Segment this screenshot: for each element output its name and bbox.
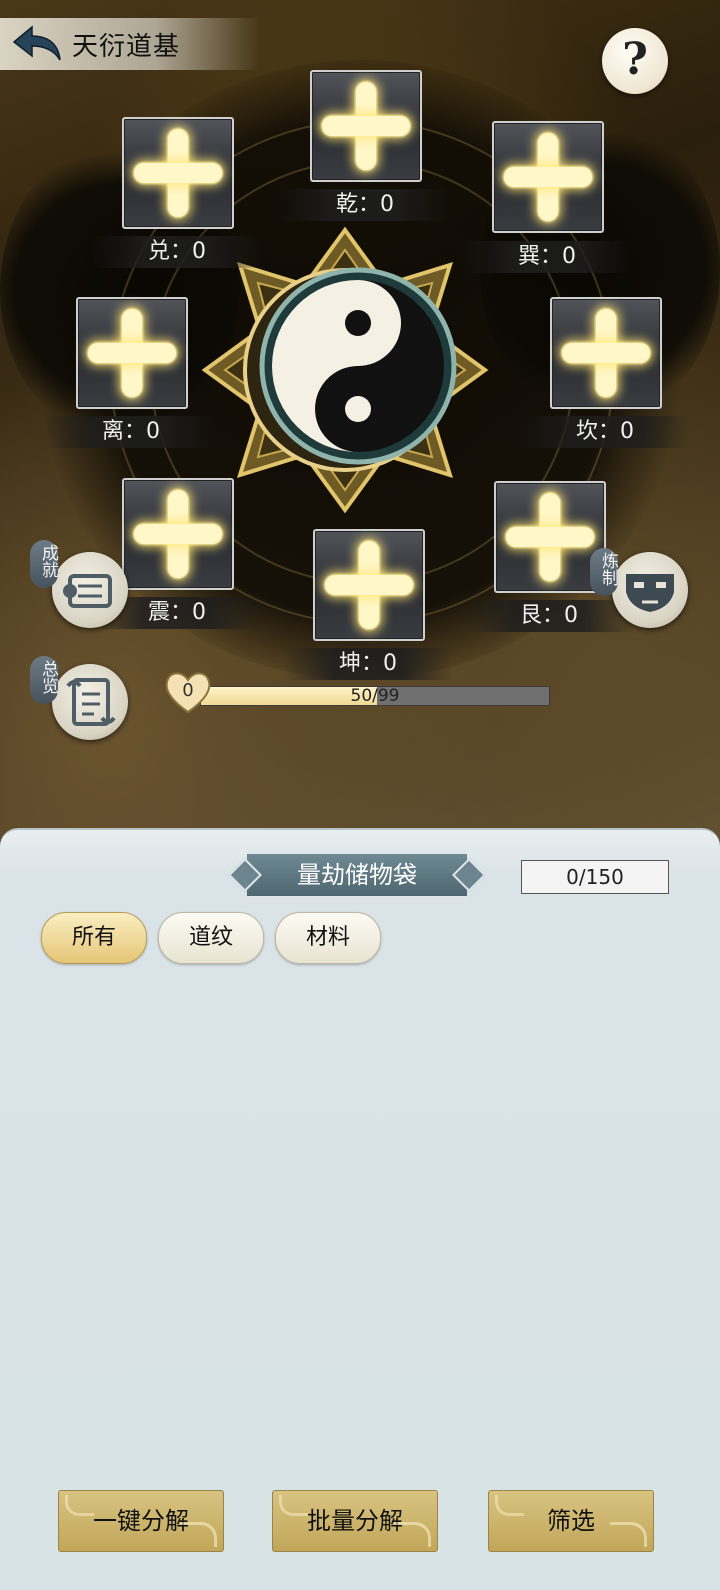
- slot-label-kun: 坤：0: [283, 648, 453, 680]
- slot-xun[interactable]: [492, 121, 604, 233]
- overview-button[interactable]: [52, 664, 128, 740]
- overview-label: 总览: [30, 656, 58, 704]
- bag-title: 量劫储物袋: [228, 852, 486, 898]
- slot-zhen[interactable]: [122, 478, 234, 590]
- slot-label-gen: 艮：0: [464, 600, 634, 632]
- slot-dui[interactable]: [122, 117, 234, 229]
- bagua-scene: 天衍道基 ? 乾：0 兑：0 巽：0 离：0 坎：0 震：0 艮：0 坤：0 成…: [0, 0, 720, 850]
- slot-label-xun: 巽：0: [462, 241, 632, 273]
- refine-label: 炼制: [590, 548, 618, 596]
- progress-text: 50/99: [350, 686, 400, 706]
- scroll-icon: [63, 574, 112, 608]
- decompose-all-label: 一键分解: [93, 1507, 189, 1535]
- mask-icon: [626, 574, 674, 612]
- filter-button[interactable]: 筛选: [488, 1490, 654, 1552]
- slot-label-qian: 乾：0: [280, 189, 450, 221]
- tab-dao-pattern[interactable]: 道纹: [158, 912, 264, 964]
- slot-kun[interactable]: [313, 529, 425, 641]
- progress-bar: 50/99: [200, 686, 550, 706]
- storage-bag-panel: 量劫储物袋 0/150 所有 道纹 材料 一键分解 批量分解 筛选: [0, 828, 720, 1590]
- slot-label-dui: 兑：0: [92, 236, 262, 268]
- taiji-icon: [259, 267, 457, 465]
- achievement-label: 成就: [30, 540, 58, 588]
- slot-label-li: 离：0: [46, 416, 216, 448]
- scroll-open-icon: [66, 678, 116, 726]
- heart-value: 0: [182, 680, 194, 701]
- filter-label: 筛选: [547, 1507, 595, 1535]
- help-question-icon: ?: [622, 33, 648, 85]
- decompose-all-button[interactable]: 一键分解: [58, 1490, 224, 1552]
- slot-li[interactable]: [76, 297, 188, 409]
- tab-materials[interactable]: 材料: [275, 912, 381, 964]
- help-button[interactable]: ?: [602, 28, 668, 94]
- batch-decompose-label: 批量分解: [307, 1507, 403, 1535]
- tab-all[interactable]: 所有: [41, 912, 147, 964]
- slot-qian[interactable]: [310, 70, 422, 182]
- slot-kan[interactable]: [550, 297, 662, 409]
- bag-capacity: 0/150: [521, 860, 669, 894]
- back-arrow-icon[interactable]: [10, 24, 62, 64]
- achievement-button[interactable]: [52, 552, 128, 628]
- batch-decompose-button[interactable]: 批量分解: [272, 1490, 438, 1552]
- page-title: 天衍道基: [72, 32, 181, 62]
- bag-title-text: 量劫储物袋: [297, 861, 417, 889]
- slot-label-kan: 坎：0: [520, 416, 690, 448]
- refine-button[interactable]: [612, 552, 688, 628]
